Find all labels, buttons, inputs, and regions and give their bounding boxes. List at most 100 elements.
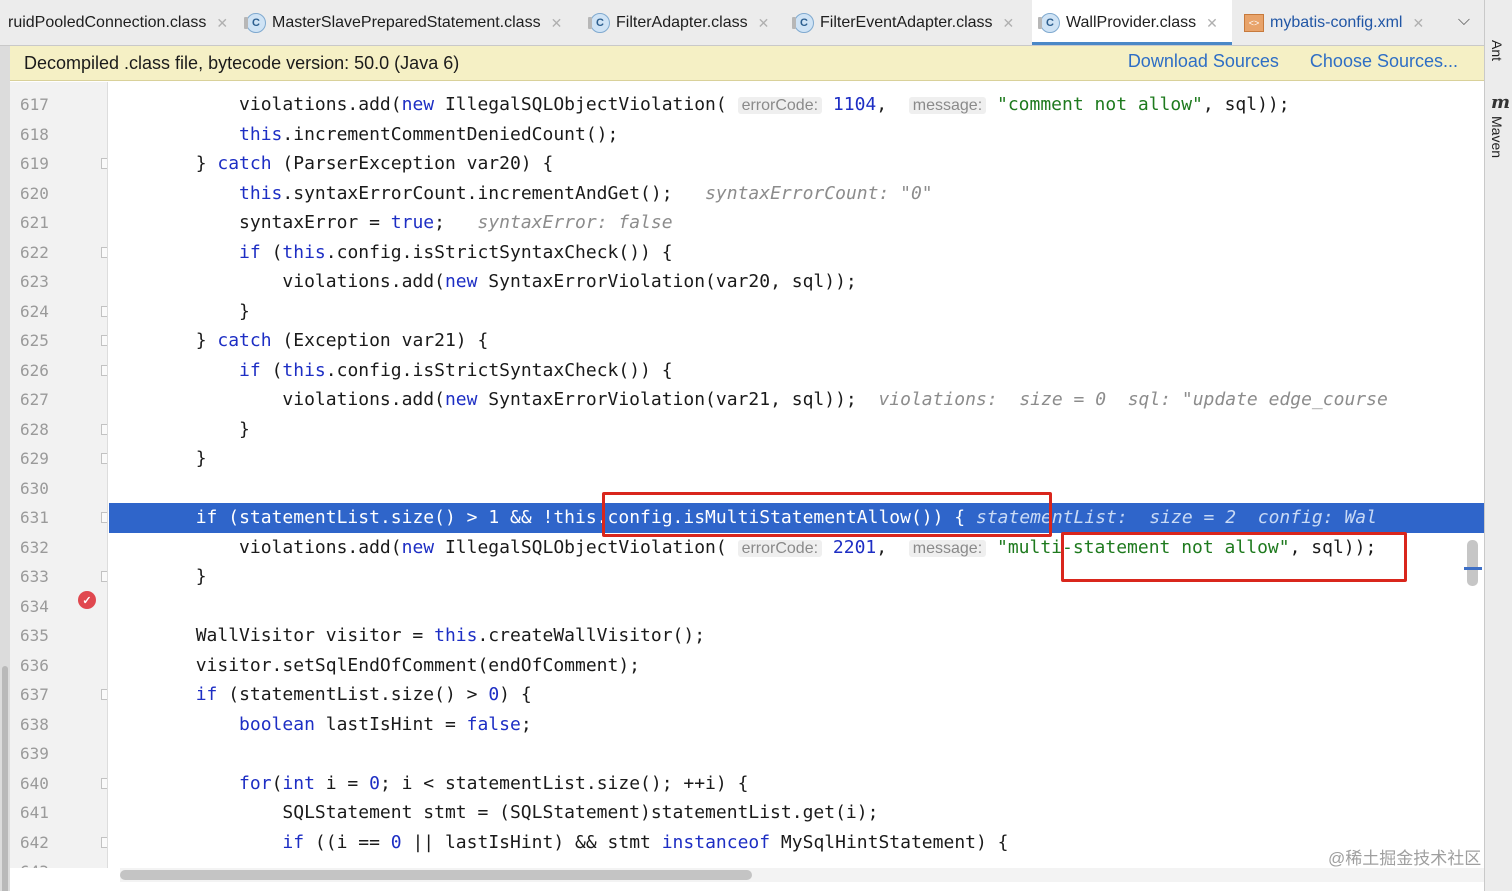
class-icon: C — [588, 13, 610, 33]
fold-marker-icon[interactable] — [101, 423, 107, 435]
code-line-623: violations.add(new SyntaxErrorViolation(… — [109, 271, 857, 292]
tab-label: FilterAdapter.class — [616, 14, 748, 31]
breakpoint-icon[interactable]: ✓ — [78, 591, 96, 609]
maven-icon: m — [1491, 92, 1511, 113]
line-number: 619 — [20, 154, 49, 173]
ant-tool-button[interactable]: Ant — [1489, 40, 1505, 61]
close-icon[interactable]: ✕ — [216, 15, 228, 32]
fold-marker-icon[interactable] — [101, 836, 107, 848]
decompiled-notice-banner: Decompiled .class file, bytecode version… — [10, 46, 1484, 81]
tab-wall-provider[interactable]: C WallProvider.class ✕ — [1032, 0, 1232, 45]
code-line-622: if (this.config.isStrictSyntaxCheck()) { — [239, 241, 673, 263]
param-hint: errorCode: — [737, 539, 823, 557]
line-number: 618 — [20, 124, 49, 144]
line-number: 633 — [20, 567, 49, 586]
inline-debug-value: syntaxError: false — [477, 212, 673, 233]
code-line-621: syntaxError = true; syntaxError: false — [109, 212, 673, 233]
fold-marker-icon[interactable] — [101, 777, 107, 789]
tab-label: ruidPooledConnection.class — [8, 14, 207, 31]
code-editor[interactable]: violations.add(new IllegalSQLObjectViola… — [109, 82, 1484, 868]
tab-master-slave-prepared-statement[interactable]: C MasterSlavePreparedStatement.class ✕ — [244, 0, 582, 45]
class-icon: C — [792, 13, 814, 33]
line-number: 617 — [20, 95, 49, 114]
code-line-641: SQLStatement stmt = (SQLStatement)statem… — [109, 802, 879, 823]
fold-marker-icon[interactable] — [101, 158, 107, 169]
fold-marker-icon[interactable] — [101, 305, 107, 317]
tab-druid-pooled-connection[interactable]: ruidPooledConnection.class ✕ — [0, 0, 238, 45]
fold-marker-icon[interactable] — [101, 512, 107, 523]
fold-marker-icon[interactable] — [101, 571, 107, 582]
line-number: 626 — [20, 360, 49, 380]
inline-debug-value: syntaxErrorCount: "0" — [705, 182, 933, 204]
line-number: 641 — [20, 803, 49, 822]
tab-filter-event-adapter[interactable]: C FilterEventAdapter.class ✕ — [792, 0, 1030, 45]
line-number: 642 — [20, 832, 49, 852]
line-number: 629 — [20, 449, 49, 468]
fold-marker-icon[interactable] — [101, 689, 107, 700]
line-number: 624 — [20, 301, 49, 321]
line-number: 625 — [20, 331, 49, 350]
code-line-617: violations.add(new IllegalSQLObjectViola… — [109, 94, 1290, 115]
maven-tool-button[interactable]: Maven — [1489, 116, 1505, 158]
tab-mybatis-config[interactable]: <> mybatis-config.xml ✕ — [1240, 0, 1450, 45]
code-line-642: if ((i == 0 || lastIsHint) && stmt insta… — [282, 831, 1009, 853]
close-icon[interactable]: ✕ — [1206, 15, 1218, 32]
close-icon[interactable]: ✕ — [758, 15, 770, 32]
fold-marker-icon[interactable] — [101, 335, 107, 346]
fold-marker-icon[interactable] — [101, 364, 107, 376]
choose-sources-link[interactable]: Choose Sources... — [1310, 51, 1458, 71]
line-number-gutter[interactable]: 617 618 619 620 621 622 623 624 625 626 627 628 629 6… — [10, 82, 108, 868]
code-line-625: } catch (Exception var21) { — [109, 330, 489, 351]
line-number: 622 — [20, 242, 49, 262]
param-hint: message: — [908, 97, 987, 114]
param-hint: errorCode: — [737, 97, 823, 114]
right-tool-window-bar: Ant m Maven — [1484, 0, 1512, 891]
line-number: 623 — [20, 272, 49, 291]
line-number: 635 — [20, 626, 49, 645]
banner-text: Decompiled .class file, bytecode version… — [24, 52, 460, 73]
line-number: 631 — [20, 508, 49, 527]
code-line-626: if (this.config.isStrictSyntaxCheck()) { — [239, 359, 673, 381]
line-number: 638 — [20, 714, 49, 734]
line-number: 634 — [20, 596, 49, 616]
xml-file-icon: <> — [1244, 14, 1264, 32]
line-number: 636 — [20, 655, 49, 675]
chevron-down-icon[interactable]: ⌵ — [1458, 12, 1470, 30]
scroll-position-marker — [1464, 567, 1482, 570]
line-number: 628 — [20, 419, 49, 439]
code-line-638: boolean lastIsHint = false; — [239, 713, 532, 735]
inline-debug-value: violations: size = 0 sql: "update edge_c… — [878, 389, 1388, 410]
class-icon: C — [244, 13, 266, 33]
code-line-618: this.incrementCommentDeniedCount(); — [239, 123, 619, 145]
code-line-627: violations.add(new SyntaxErrorViolation(… — [109, 389, 1388, 410]
close-icon[interactable]: ✕ — [551, 15, 563, 32]
tab-label: mybatis-config.xml — [1270, 14, 1403, 31]
line-number: 630 — [20, 478, 49, 498]
close-icon[interactable]: ✕ — [1412, 15, 1424, 32]
code-line-640: for(int i = 0; i < statementList.size();… — [239, 772, 749, 794]
line-number: 639 — [20, 744, 49, 763]
tab-label: FilterEventAdapter.class — [820, 14, 993, 31]
line-number: 632 — [20, 537, 49, 557]
line-number: 621 — [20, 213, 49, 232]
fold-marker-icon[interactable] — [101, 246, 107, 258]
download-sources-link[interactable]: Download Sources — [1128, 51, 1279, 71]
editor-tab-bar: ruidPooledConnection.class ✕ C MasterSla… — [0, 0, 1484, 46]
param-hint: message: — [908, 539, 987, 557]
close-icon[interactable]: ✕ — [1003, 15, 1015, 32]
left-scroll-strip — [0, 46, 10, 891]
horizontal-scroll-thumb[interactable] — [120, 870, 752, 880]
code-line-637: if (statementList.size() > 0) { — [195, 684, 532, 705]
horizontal-scrollbar[interactable] — [120, 868, 1484, 882]
tab-filter-adapter[interactable]: C FilterAdapter.class ✕ — [588, 0, 786, 45]
left-scroll-thumb[interactable] — [2, 666, 8, 891]
code-line-629: } — [109, 448, 207, 469]
line-number: 627 — [20, 390, 49, 409]
fold-marker-icon[interactable] — [101, 453, 107, 464]
line-number: 620 — [20, 183, 49, 203]
class-icon: C — [1038, 13, 1060, 33]
tab-label: WallProvider.class — [1066, 14, 1197, 31]
vertical-scroll-thumb[interactable] — [1467, 540, 1478, 586]
watermark: @稀土掘金技术社区 — [1328, 849, 1482, 868]
